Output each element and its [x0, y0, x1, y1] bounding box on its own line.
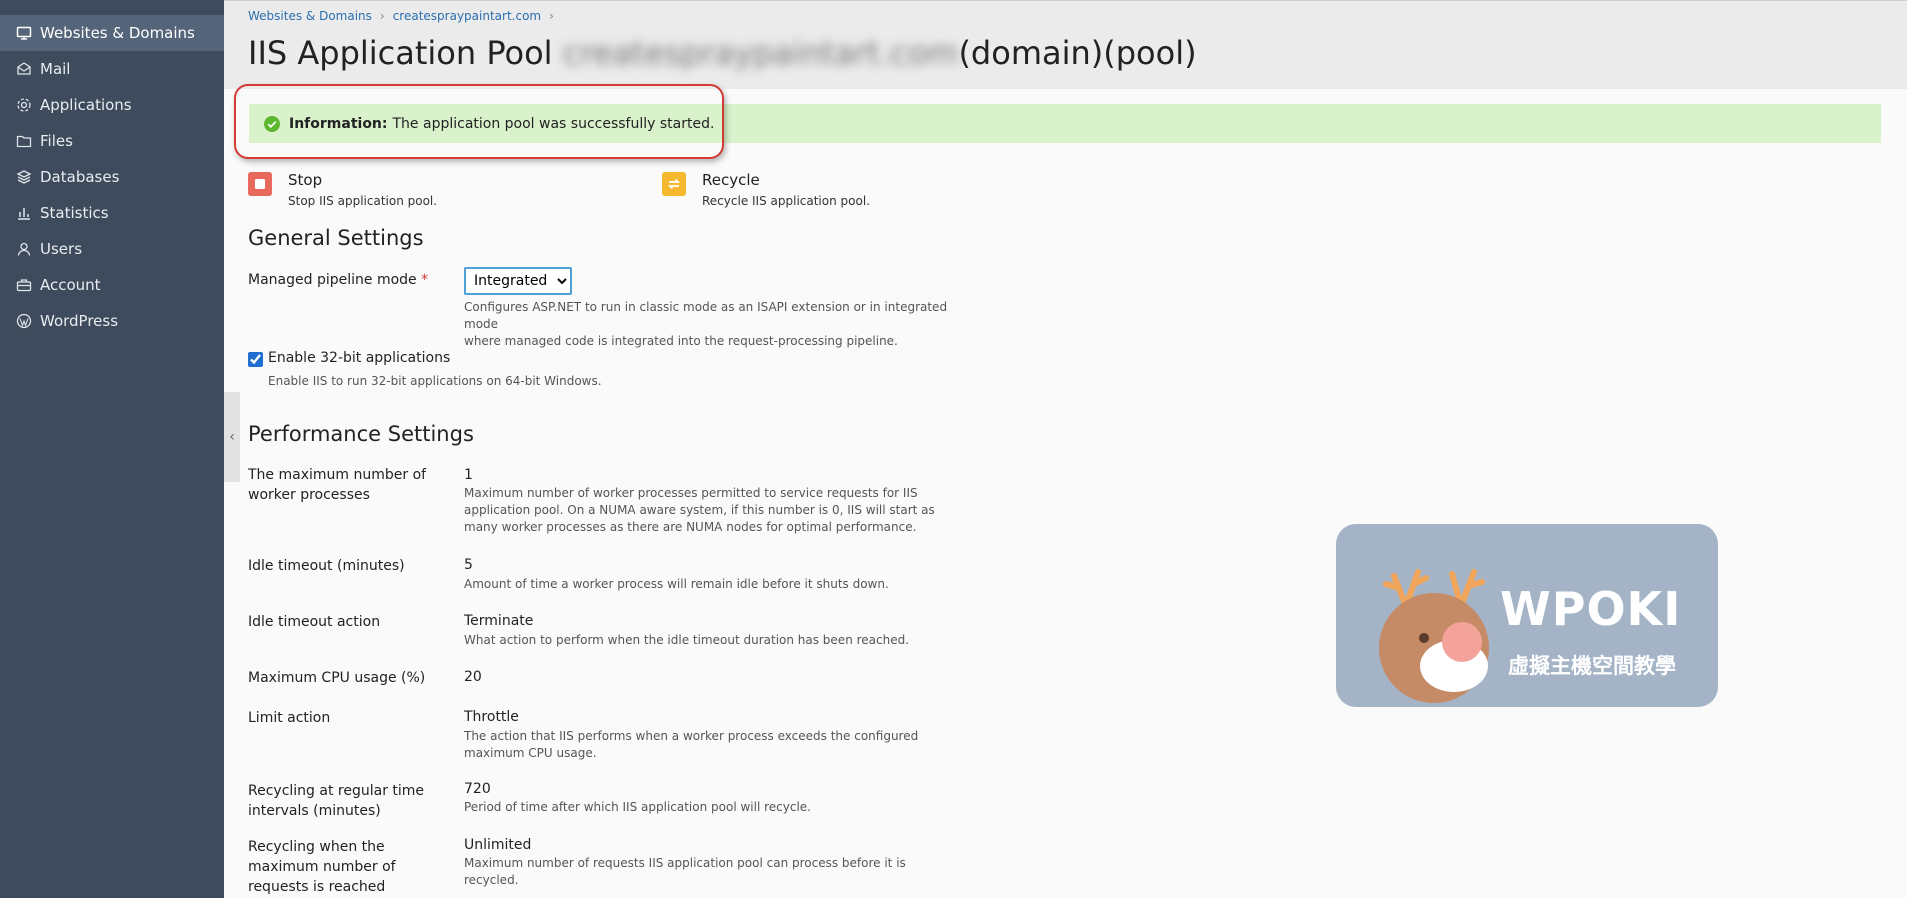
idle-timeout-help: Amount of time a worker process will rem… — [464, 577, 889, 591]
stop-icon — [248, 172, 272, 196]
idle-timeout-action-help: What action to perform when the idle tim… — [464, 633, 910, 647]
max-cpu-usage-label: Maximum CPU usage (%) — [248, 670, 426, 686]
enable-32bit-label[interactable]: Enable 32-bit applications — [268, 350, 450, 366]
chevron-left-icon: ‹ — [229, 429, 235, 445]
page-header: Websites & Domains › createspraypaintart… — [224, 0, 1907, 89]
pipeline-mode-select[interactable]: Integrated — [464, 267, 572, 295]
sidebar-item-label: Databases — [40, 168, 120, 186]
stop-button[interactable]: Stop Stop IIS application pool. — [248, 171, 437, 208]
sidebar-item-label: Applications — [40, 96, 132, 114]
idle-timeout-action-value: Terminate — [464, 613, 534, 629]
watermark-brand: WPOKI — [1500, 582, 1682, 636]
enable-32bit-checkbox[interactable] — [248, 352, 263, 367]
sidebar-collapse-handle[interactable]: ‹ — [224, 392, 240, 482]
recycle-description: Recycle IIS application pool. — [702, 194, 870, 208]
sidebar-item-label: Mail — [40, 60, 71, 78]
sidebar-item-label: WordPress — [40, 312, 119, 330]
recycle-icon — [662, 172, 686, 196]
limit-action-label: Limit action — [248, 710, 331, 726]
sidebar-item-label: Account — [40, 276, 101, 294]
max-worker-processes-value: 1 — [464, 467, 473, 483]
mail-icon — [16, 61, 32, 77]
pipeline-mode-label-text: Managed pipeline mode — [248, 272, 417, 288]
reindeer-logo-icon — [1379, 569, 1489, 703]
recycling-interval-value: 720 — [464, 781, 491, 797]
max-worker-processes-help: Maximum number of worker processes permi… — [464, 486, 935, 534]
breadcrumb-link-domain[interactable]: createspraypaintart.com — [393, 9, 541, 23]
database-icon — [16, 169, 32, 185]
sidebar-item-account[interactable]: Account — [0, 267, 224, 303]
wordpress-icon — [16, 313, 32, 329]
limit-action-value: Throttle — [464, 709, 519, 725]
stop-title: Stop — [288, 171, 323, 189]
sidebar-item-files[interactable]: Files — [0, 123, 224, 159]
idle-timeout-label: Idle timeout (minutes) — [248, 558, 405, 574]
max-worker-processes-label: The maximum number of worker processes — [248, 467, 427, 503]
sidebar-item-databases[interactable]: Databases — [0, 159, 224, 195]
annotation-highlight-ring — [234, 84, 724, 159]
folder-icon — [16, 133, 32, 149]
sidebar-item-applications[interactable]: Applications — [0, 87, 224, 123]
idle-timeout-value: 5 — [464, 557, 473, 573]
recycling-max-requests-label: Recycling when the maximum number of req… — [248, 839, 396, 895]
max-cpu-usage-value: 20 — [464, 669, 482, 685]
breadcrumb-link-websites-domains[interactable]: Websites & Domains — [248, 9, 372, 23]
bar-chart-icon — [16, 205, 32, 221]
recycle-button[interactable]: Recycle Recycle IIS application pool. — [662, 171, 870, 208]
gear-icon — [16, 97, 32, 113]
watermark-subtitle: 虛擬主機空間教學 — [1508, 654, 1676, 678]
pipeline-mode-help-line-1: Configures ASP.NET to run in classic mod… — [464, 300, 948, 331]
page-title-suffix: (domain)(pool) — [958, 34, 1197, 72]
wpoki-watermark: WPOKI 虛擬主機空間教學 — [1336, 524, 1718, 707]
pipeline-mode-help-line-2: where managed code is integrated into th… — [464, 334, 898, 348]
breadcrumb: Websites & Domains › createspraypaintart… — [248, 9, 562, 23]
chevron-right-icon: › — [379, 9, 385, 23]
sidebar-item-label: Users — [40, 240, 83, 258]
page-title-prefix: IIS Application Pool — [248, 34, 553, 72]
page-title: IIS Application Pool createspraypaintart… — [248, 34, 1197, 72]
limit-action-help: The action that IIS performs when a work… — [464, 729, 919, 760]
chevron-right-icon: › — [549, 9, 554, 23]
sidebar-item-label: Files — [40, 132, 73, 150]
recycle-title: Recycle — [702, 171, 760, 189]
pipeline-mode-label: Managed pipeline mode * — [248, 270, 448, 290]
sidebar-item-label: Statistics — [40, 204, 109, 222]
sidebar-item-websites-domains[interactable]: Websites & Domains — [0, 15, 224, 51]
sidebar-item-mail[interactable]: Mail — [0, 51, 224, 87]
enable-32bit-help: Enable IIS to run 32-bit applications on… — [268, 374, 602, 388]
required-mark: * — [421, 272, 429, 288]
user-icon — [16, 241, 32, 257]
recycling-interval-help: Period of time after which IIS applicati… — [464, 800, 811, 814]
briefcase-icon — [16, 277, 32, 293]
performance-settings-heading: Performance Settings — [248, 422, 474, 446]
sidebar-item-statistics[interactable]: Statistics — [0, 195, 224, 231]
monitor-icon — [16, 25, 32, 41]
sidebar-item-wordpress[interactable]: WordPress — [0, 303, 224, 339]
sidebar-item-label: Websites & Domains — [40, 24, 195, 42]
page-title-domain-blurred: createspraypaintart.com — [562, 34, 959, 72]
recycling-interval-label: Recycling at regular time intervals (min… — [248, 783, 425, 819]
idle-timeout-action-label: Idle timeout action — [248, 614, 381, 630]
sidebar-item-users[interactable]: Users — [0, 231, 224, 267]
stop-description: Stop IIS application pool. — [288, 194, 438, 208]
recycling-max-requests-value: Unlimited — [464, 837, 532, 853]
pipeline-mode-help: Configures ASP.NET to run in classic mod… — [464, 299, 964, 350]
general-settings-heading: General Settings — [248, 226, 424, 250]
sidebar: Websites & Domains Mail Applications Fil… — [0, 0, 224, 898]
recycling-max-requests-help: Maximum number of requests IIS applicati… — [464, 856, 906, 887]
